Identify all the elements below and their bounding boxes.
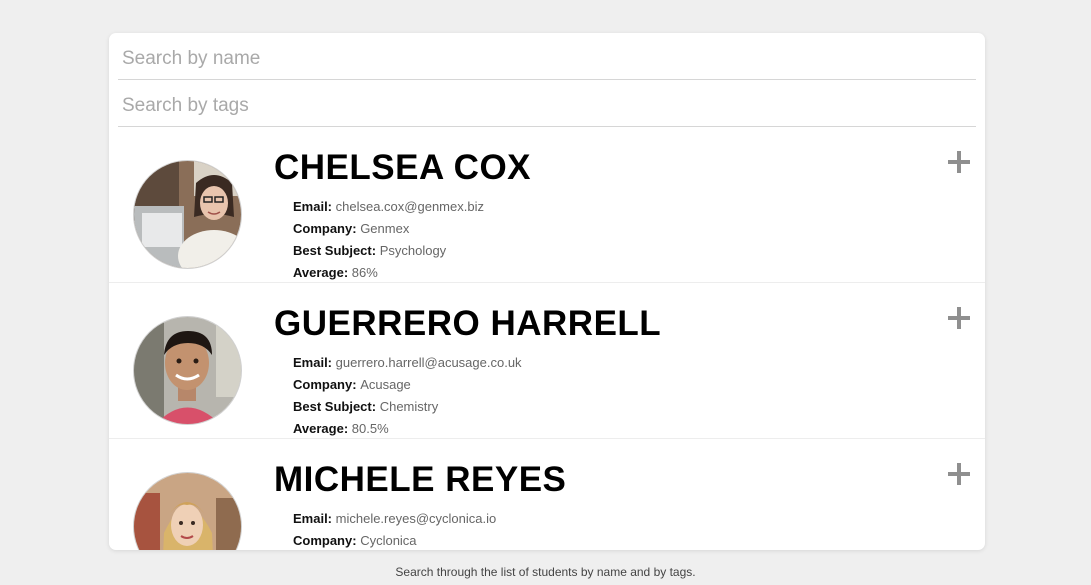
student-email: michele.reyes@cyclonica.io <box>335 511 497 526</box>
student-item: CHELSEA COX Email: chelsea.cox@genmex.bi… <box>109 127 985 283</box>
student-details: Email: guerrero.harrell@acusage.co.uk Co… <box>293 352 522 440</box>
student-company: Genmex <box>360 221 410 236</box>
student-photo-icon <box>134 161 241 268</box>
student-average-row: Average: 86% <box>293 262 484 284</box>
student-best-subject: Chemistry <box>379 399 439 414</box>
student-best-subject: Psychology <box>379 243 447 258</box>
best-subject-label: Best Subject: <box>293 399 377 414</box>
plus-icon[interactable] <box>948 307 970 329</box>
footer-caption: Search through the list of students by n… <box>395 565 696 579</box>
student-email: chelsea.cox@genmex.biz <box>335 199 484 214</box>
student-company-row: Company: Cyclonica <box>293 530 496 550</box>
student-avatar <box>133 472 242 550</box>
company-label: Company: <box>293 377 357 392</box>
student-photo-icon <box>134 317 241 424</box>
student-company: Acusage <box>360 377 411 392</box>
student-avatar <box>133 316 242 425</box>
student-average: 80.5% <box>351 421 389 436</box>
student-details: Email: michele.reyes@cyclonica.io Compan… <box>293 508 496 550</box>
company-label: Company: <box>293 533 357 548</box>
email-label: Email: <box>293 199 333 214</box>
student-average-row: Average: 80.5% <box>293 418 522 440</box>
best-subject-label: Best Subject: <box>293 243 377 258</box>
student-email-row: Email: chelsea.cox@genmex.biz <box>293 196 484 218</box>
search-by-name-input[interactable] <box>118 33 976 80</box>
student-company-row: Company: Genmex <box>293 218 484 240</box>
email-label: Email: <box>293 355 333 370</box>
plus-icon[interactable] <box>948 463 970 485</box>
student-photo-icon <box>134 473 241 550</box>
search-by-tags-input[interactable] <box>118 80 976 127</box>
plus-icon[interactable] <box>948 151 970 173</box>
student-company: Cyclonica <box>360 533 417 548</box>
student-subject-row: Best Subject: Chemistry <box>293 396 522 418</box>
student-details: Email: chelsea.cox@genmex.biz Company: G… <box>293 196 484 284</box>
student-list: CHELSEA COX Email: chelsea.cox@genmex.bi… <box>109 127 985 550</box>
student-name: CHELSEA COX <box>274 148 532 187</box>
company-label: Company: <box>293 221 357 236</box>
student-list-card: CHELSEA COX Email: chelsea.cox@genmex.bi… <box>109 33 985 550</box>
student-name: MICHELE REYES <box>274 460 567 499</box>
student-average: 86% <box>351 265 378 280</box>
student-name: GUERRERO HARRELL <box>274 304 662 343</box>
student-subject-row: Best Subject: Psychology <box>293 240 484 262</box>
email-label: Email: <box>293 511 333 526</box>
student-email-row: Email: guerrero.harrell@acusage.co.uk <box>293 352 522 374</box>
student-company-row: Company: Acusage <box>293 374 522 396</box>
student-email-row: Email: michele.reyes@cyclonica.io <box>293 508 496 530</box>
average-label: Average: <box>293 265 349 280</box>
average-label: Average: <box>293 421 349 436</box>
student-avatar <box>133 160 242 269</box>
student-email: guerrero.harrell@acusage.co.uk <box>335 355 522 370</box>
student-item: MICHELE REYES Email: michele.reyes@cyclo… <box>109 439 985 550</box>
student-item: GUERRERO HARRELL Email: guerrero.harrell… <box>109 283 985 439</box>
